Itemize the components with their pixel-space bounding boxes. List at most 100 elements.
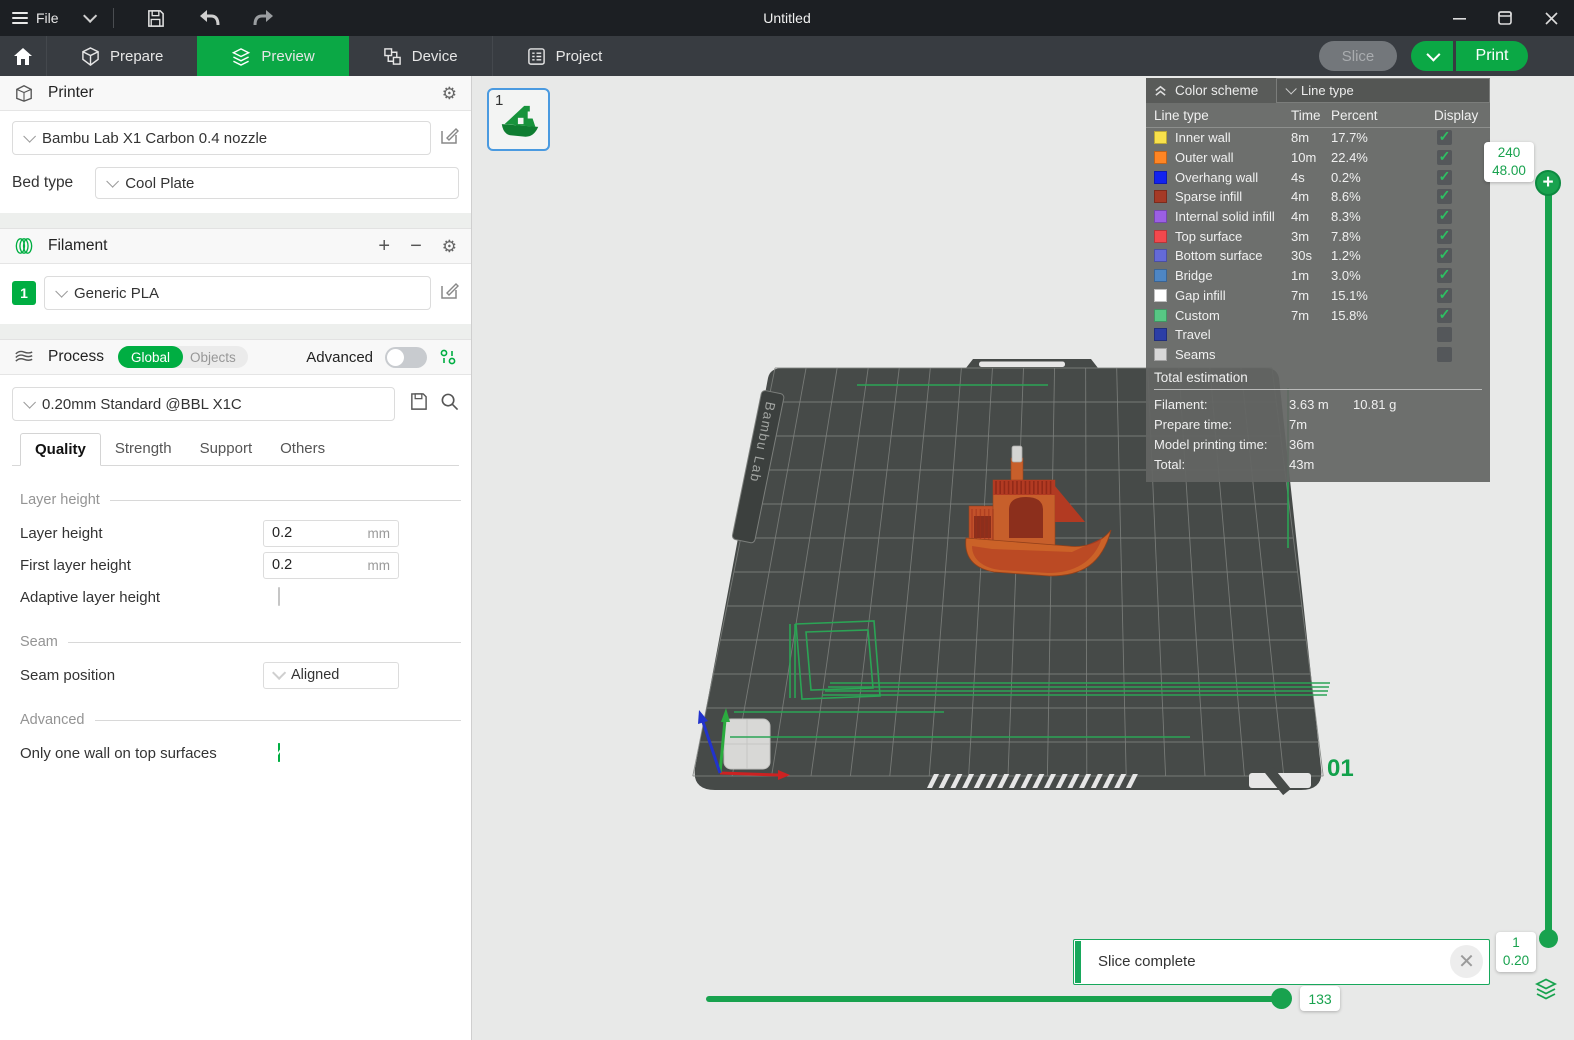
search-icon — [440, 392, 459, 411]
plate-thumbnail[interactable]: 1 — [487, 88, 550, 151]
line-type-color-chip — [1154, 328, 1167, 341]
filament-icon — [14, 237, 34, 255]
color-scheme-select[interactable]: Line type — [1276, 78, 1490, 103]
display-checkbox[interactable] — [1437, 248, 1452, 263]
edit-printer-button[interactable] — [439, 126, 459, 151]
display-checkbox[interactable] — [1437, 347, 1452, 362]
line-type-time: 4s — [1291, 170, 1331, 185]
save-preset-button[interactable] — [409, 392, 428, 416]
estimation-value: 36m — [1289, 437, 1353, 452]
preview-3d-viewport[interactable]: Bambu Lab — [472, 76, 1573, 1040]
print-dropdown-button[interactable] — [1411, 41, 1453, 71]
seam-position-select[interactable]: Aligned — [263, 662, 399, 689]
tab-prepare[interactable]: Prepare — [46, 36, 197, 76]
display-checkbox[interactable] — [1437, 150, 1452, 165]
adaptive-layer-height-checkbox[interactable] — [278, 587, 280, 606]
file-menu-chevron-icon[interactable] — [83, 9, 97, 23]
layer-slider-bottom-tooltip: 1 0.20 — [1496, 932, 1536, 972]
minimize-button[interactable] — [1436, 0, 1482, 36]
file-menu[interactable]: File — [12, 10, 59, 26]
layers-icon[interactable] — [1534, 976, 1558, 1000]
edit-icon — [439, 126, 459, 146]
legend-row: Custom 7m 15.8% — [1146, 305, 1490, 325]
moves-slider-handle[interactable] — [1271, 988, 1292, 1009]
bed-type-select[interactable]: Cool Plate — [95, 167, 459, 199]
print-button[interactable]: Print — [1456, 41, 1528, 71]
tab-device[interactable]: Device — [349, 36, 492, 76]
scope-global-pill[interactable]: Global — [118, 346, 183, 368]
printer-section-header: Printer ⚙ — [0, 76, 471, 111]
printer-preset-select[interactable]: Bambu Lab X1 Carbon 0.4 nozzle — [12, 121, 431, 155]
bottom-layer-number: 1 — [1500, 934, 1532, 952]
layer-slider-bottom-handle[interactable] — [1539, 929, 1558, 948]
chevron-down-icon — [23, 130, 36, 143]
undo-button[interactable] — [188, 0, 232, 36]
tab-others[interactable]: Others — [266, 433, 339, 465]
filament-preset-select[interactable]: Generic PLA — [44, 276, 431, 310]
layer-slider-top-tooltip: 240 48.00 — [1484, 142, 1534, 182]
edit-filament-button[interactable] — [439, 281, 459, 306]
column-time: Time — [1291, 108, 1331, 123]
tab-strength[interactable]: Strength — [101, 433, 186, 465]
display-checkbox[interactable] — [1437, 229, 1452, 244]
display-checkbox[interactable] — [1437, 268, 1452, 283]
layer-slider-track[interactable] — [1545, 183, 1552, 939]
layer-slider-top-handle[interactable]: + — [1535, 170, 1561, 196]
home-button[interactable] — [0, 36, 46, 76]
maximize-button[interactable] — [1482, 0, 1528, 36]
tab-preview[interactable]: Preview — [197, 36, 348, 76]
estimation-value: 3.63 m — [1289, 397, 1353, 412]
display-checkbox[interactable] — [1437, 288, 1452, 303]
display-checkbox[interactable] — [1437, 209, 1452, 224]
line-type-name: Overhang wall — [1175, 170, 1291, 185]
file-menu-label: File — [36, 10, 59, 26]
printer-icon — [14, 84, 34, 102]
collapse-panel-icon[interactable] — [1154, 84, 1167, 97]
close-button[interactable] — [1528, 0, 1574, 36]
tab-support[interactable]: Support — [186, 433, 267, 465]
benchy-thumbnail-icon — [499, 104, 541, 140]
project-icon — [527, 47, 546, 66]
filament-section-header: Filament + − ⚙ — [0, 229, 471, 264]
display-checkbox[interactable] — [1437, 130, 1452, 145]
scope-objects-pill[interactable]: Objects — [183, 350, 236, 365]
process-preset-select[interactable]: 0.20mm Standard @BBL X1C — [12, 387, 395, 421]
remove-filament-button[interactable]: − — [410, 236, 422, 256]
advanced-section-header: Advanced — [20, 712, 461, 728]
process-tab-bar: Quality Strength Support Others — [12, 433, 459, 466]
legend-row: Seams — [1146, 345, 1490, 365]
line-type-time: 7m — [1291, 308, 1331, 323]
tab-project[interactable]: Project — [492, 36, 637, 76]
filament-slot-badge[interactable]: 1 — [12, 281, 36, 305]
legend-row: Internal solid infill 4m 8.3% — [1146, 207, 1490, 227]
toast-message: Slice complete — [1098, 953, 1196, 970]
moves-slider-track[interactable] — [706, 996, 1282, 1002]
redo-button[interactable] — [242, 0, 286, 36]
toast-close-button[interactable]: ✕ — [1450, 945, 1483, 978]
line-type-color-chip — [1154, 171, 1167, 184]
slice-button[interactable]: Slice — [1319, 41, 1397, 71]
save-icon — [146, 9, 165, 28]
advanced-toggle[interactable] — [385, 347, 427, 368]
moves-slider-value: 133 — [1300, 986, 1340, 1011]
display-checkbox[interactable] — [1437, 189, 1452, 204]
filament-settings-gear-icon[interactable]: ⚙ — [442, 238, 457, 255]
tab-quality[interactable]: Quality — [20, 433, 101, 466]
printer-settings-gear-icon[interactable]: ⚙ — [442, 85, 457, 102]
estimation-value: 43m — [1289, 457, 1353, 472]
process-scope-switch[interactable]: Global Objects — [118, 346, 248, 368]
add-filament-button[interactable]: + — [378, 236, 390, 256]
first-layer-height-input[interactable]: 0.2 mm — [263, 552, 399, 579]
search-preset-button[interactable] — [440, 392, 459, 416]
layer-height-input[interactable]: 0.2 mm — [263, 520, 399, 547]
only-one-wall-checkbox[interactable] — [278, 743, 280, 762]
seam-position-label: Seam position — [20, 667, 115, 684]
save-button[interactable] — [134, 0, 178, 36]
display-checkbox[interactable] — [1437, 327, 1452, 342]
display-checkbox[interactable] — [1437, 170, 1452, 185]
estimation-value2: 10.81 g — [1353, 397, 1490, 412]
display-checkbox[interactable] — [1437, 308, 1452, 323]
compare-presets-icon[interactable] — [439, 348, 457, 366]
filament-section-title: Filament — [48, 237, 107, 255]
estimation-label: Model printing time: — [1154, 437, 1289, 452]
